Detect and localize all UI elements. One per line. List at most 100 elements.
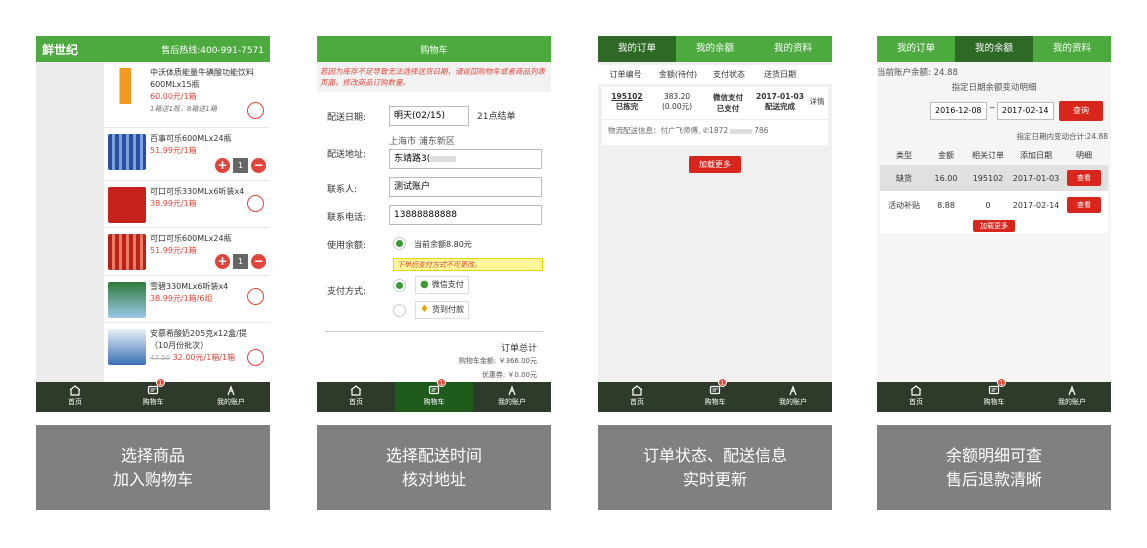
product-item[interactable]: 中沃体质能量牛磺酸功能饮料600MLx15瓶 60.00元/1箱 1箱送1瓶，8… — [104, 62, 270, 128]
logistics-text: 物流配送信息：付广飞师傅, ✆1872 — [608, 126, 729, 135]
nav-home[interactable]: 首页 — [877, 382, 955, 412]
redacted-block — [730, 128, 753, 134]
cod-radio[interactable] — [393, 304, 406, 317]
date-from-input[interactable]: 2016-12-08 — [930, 102, 987, 120]
add-to-cart-button[interactable] — [247, 349, 264, 366]
nav-cart[interactable]: 1 购物车 — [955, 378, 1033, 412]
cart-icon — [709, 385, 721, 395]
checkout-screen: 购物车 若因为库存不足导致无法选择送货日期，请返回购物车或者商品列表页面，修改商… — [317, 36, 551, 412]
cart-badge: 1 — [718, 378, 727, 387]
view-button[interactable]: 查看 — [1067, 170, 1101, 186]
col-header: 相关订单 — [972, 150, 1004, 160]
date-select[interactable]: 明天(02/15) — [389, 106, 469, 126]
load-more-button[interactable]: 加载更多 — [689, 156, 741, 173]
nav-home-label: 首页 — [909, 398, 923, 406]
wechat-radio[interactable] — [393, 279, 406, 292]
add-to-cart-button[interactable] — [247, 288, 264, 305]
tab-balance[interactable]: 我的余额 — [955, 36, 1033, 62]
nav-home-label: 首页 — [630, 398, 644, 406]
old-price: 47.50 — [150, 354, 171, 362]
nav-home[interactable]: 首页 — [317, 382, 395, 412]
cod-label: 货到付款 — [431, 305, 464, 314]
view-button[interactable]: 查看 — [1067, 197, 1101, 213]
plus-button[interactable]: + — [215, 158, 230, 173]
address-input[interactable]: 东靖路3( — [389, 149, 542, 169]
balance-value: 当前余额8.80元 — [414, 240, 472, 249]
bottom-nav: 首页 1 购物车 我的账户 — [317, 378, 551, 412]
load-more-button[interactable]: 加载更多 — [973, 220, 1015, 232]
balance-radio[interactable] — [393, 237, 406, 250]
product-name: 中沃体质能量牛磺酸功能饮料600MLx15瓶 — [150, 68, 254, 89]
hotline-text: 售后热线:400-991-7571 — [161, 45, 264, 56]
product-image — [108, 134, 146, 170]
home-icon — [69, 385, 81, 396]
logistics-tail: 786 — [754, 126, 769, 135]
caption-line: 核对地址 — [401, 469, 466, 489]
nav-cart[interactable]: 1 购物车 — [114, 378, 192, 412]
plus-button[interactable]: + — [215, 254, 230, 269]
product-item[interactable]: 可口可乐330MLx6听装x4 38.99元/1箱 — [104, 181, 270, 228]
quantity-stepper[interactable]: + 1 − — [215, 158, 266, 173]
product-item[interactable]: 可口可乐600MLx24瓶 51.99元/1箱 + 1 − — [104, 228, 270, 276]
header-bar: 鲜世纪 售后热线:400-991-7571 — [36, 36, 270, 62]
bottom-nav: 首页 1 购物车 我的账户 — [36, 378, 270, 412]
wechat-pay-option[interactable]: ● 微信支付 — [415, 276, 469, 294]
redacted-block — [430, 155, 457, 162]
nav-home[interactable]: 首页 — [36, 382, 114, 412]
order-id-link[interactable]: 195102 — [602, 92, 652, 101]
caption-2: 选择配送时间 核对地址 — [317, 425, 551, 510]
tab-balance[interactable]: 我的余额 — [676, 36, 754, 62]
pay-warning: 下单后支付方式不可更改。 — [393, 258, 543, 271]
balance-label: 使用余额: — [327, 241, 367, 251]
col-header: 送货日期 — [764, 70, 796, 79]
product-item[interactable]: 百事可乐600MLx24瓶 51.99元/1箱 + 1 − — [104, 128, 270, 181]
product-item[interactable]: 雪碧330MLx6听装x4 38.99元/1箱/6组 — [104, 276, 270, 323]
nav-account[interactable]: 我的账户 — [192, 382, 270, 412]
pay-label: 支付方式: — [327, 287, 367, 297]
wechat-icon: ● — [420, 279, 429, 290]
cod-option[interactable]: ♦ 货到付款 — [415, 301, 469, 319]
product-item[interactable]: 安慕希酸奶205克x12盒/提 （10月份批次） 47.50 32.00元/1箱… — [104, 323, 270, 378]
tab-orders[interactable]: 我的订单 — [598, 36, 676, 62]
phone-input[interactable]: 13888888888 — [389, 205, 542, 225]
product-list: 中沃体质能量牛磺酸功能饮料600MLx15瓶 60.00元/1箱 1箱送1瓶，8… — [104, 62, 270, 382]
orders-body: 订单编号 金额(待付) 支付状态 送货日期 195102 已拣完 383.20 … — [598, 62, 832, 382]
table-row[interactable]: 缺货 16.00 195102 2017-01-03 查看 — [880, 165, 1108, 191]
nav-account[interactable]: 我的账户 — [473, 382, 551, 412]
query-button[interactable]: 查询 — [1059, 101, 1103, 121]
nav-cart[interactable]: 1 购物车 — [395, 378, 473, 412]
nav-account-label: 我的账户 — [498, 398, 526, 406]
date-separator: ~ — [989, 103, 996, 112]
product-name: 可口可乐600MLx24瓶 — [150, 234, 232, 243]
nav-cart[interactable]: 1 购物车 — [676, 378, 754, 412]
table-row[interactable]: 活动补贴 8.88 0 2017-02-14 查看 — [880, 191, 1108, 219]
nav-home[interactable]: 首页 — [598, 382, 676, 412]
product-price: 60.00元/1箱 — [150, 92, 197, 101]
add-to-cart-button[interactable] — [247, 102, 264, 119]
tab-orders[interactable]: 我的订单 — [877, 36, 955, 62]
caption-line: 加入购物车 — [112, 469, 193, 489]
detail-link[interactable]: 详情 — [806, 92, 828, 114]
product-name: 安慕希酸奶205克x12盒/提 — [150, 329, 247, 338]
col-header: 金额 — [938, 150, 954, 160]
nav-account[interactable]: 我的账户 — [754, 382, 832, 412]
product-image — [108, 187, 146, 223]
nav-account[interactable]: 我的账户 — [1033, 382, 1111, 412]
minus-button[interactable]: − — [251, 158, 266, 173]
quantity-stepper[interactable]: + 1 − — [215, 254, 266, 269]
minus-button[interactable]: − — [251, 254, 266, 269]
order-pending: (0.00元) — [661, 102, 693, 111]
product-image — [108, 329, 146, 365]
tab-profile[interactable]: 我的资料 — [1033, 36, 1111, 62]
order-card[interactable]: 195102 已拣完 383.20 (0.00元) 微信支付 已支付 2017-… — [602, 87, 828, 145]
cart-badge: 1 — [156, 378, 165, 387]
tab-profile[interactable]: 我的资料 — [754, 36, 832, 62]
user-icon — [789, 385, 797, 396]
category-sidebar[interactable] — [36, 62, 104, 382]
caption-1: 选择商品 加入购物车 — [36, 425, 270, 510]
date-to-input[interactable]: 2017-02-14 — [997, 102, 1054, 120]
row-type: 活动补贴 — [888, 200, 920, 210]
add-to-cart-button[interactable] — [247, 195, 264, 212]
order-row[interactable]: 195102 已拣完 383.20 (0.00元) 微信支付 已支付 2017-… — [602, 87, 828, 119]
contact-input[interactable]: 测试账户 — [389, 177, 542, 197]
